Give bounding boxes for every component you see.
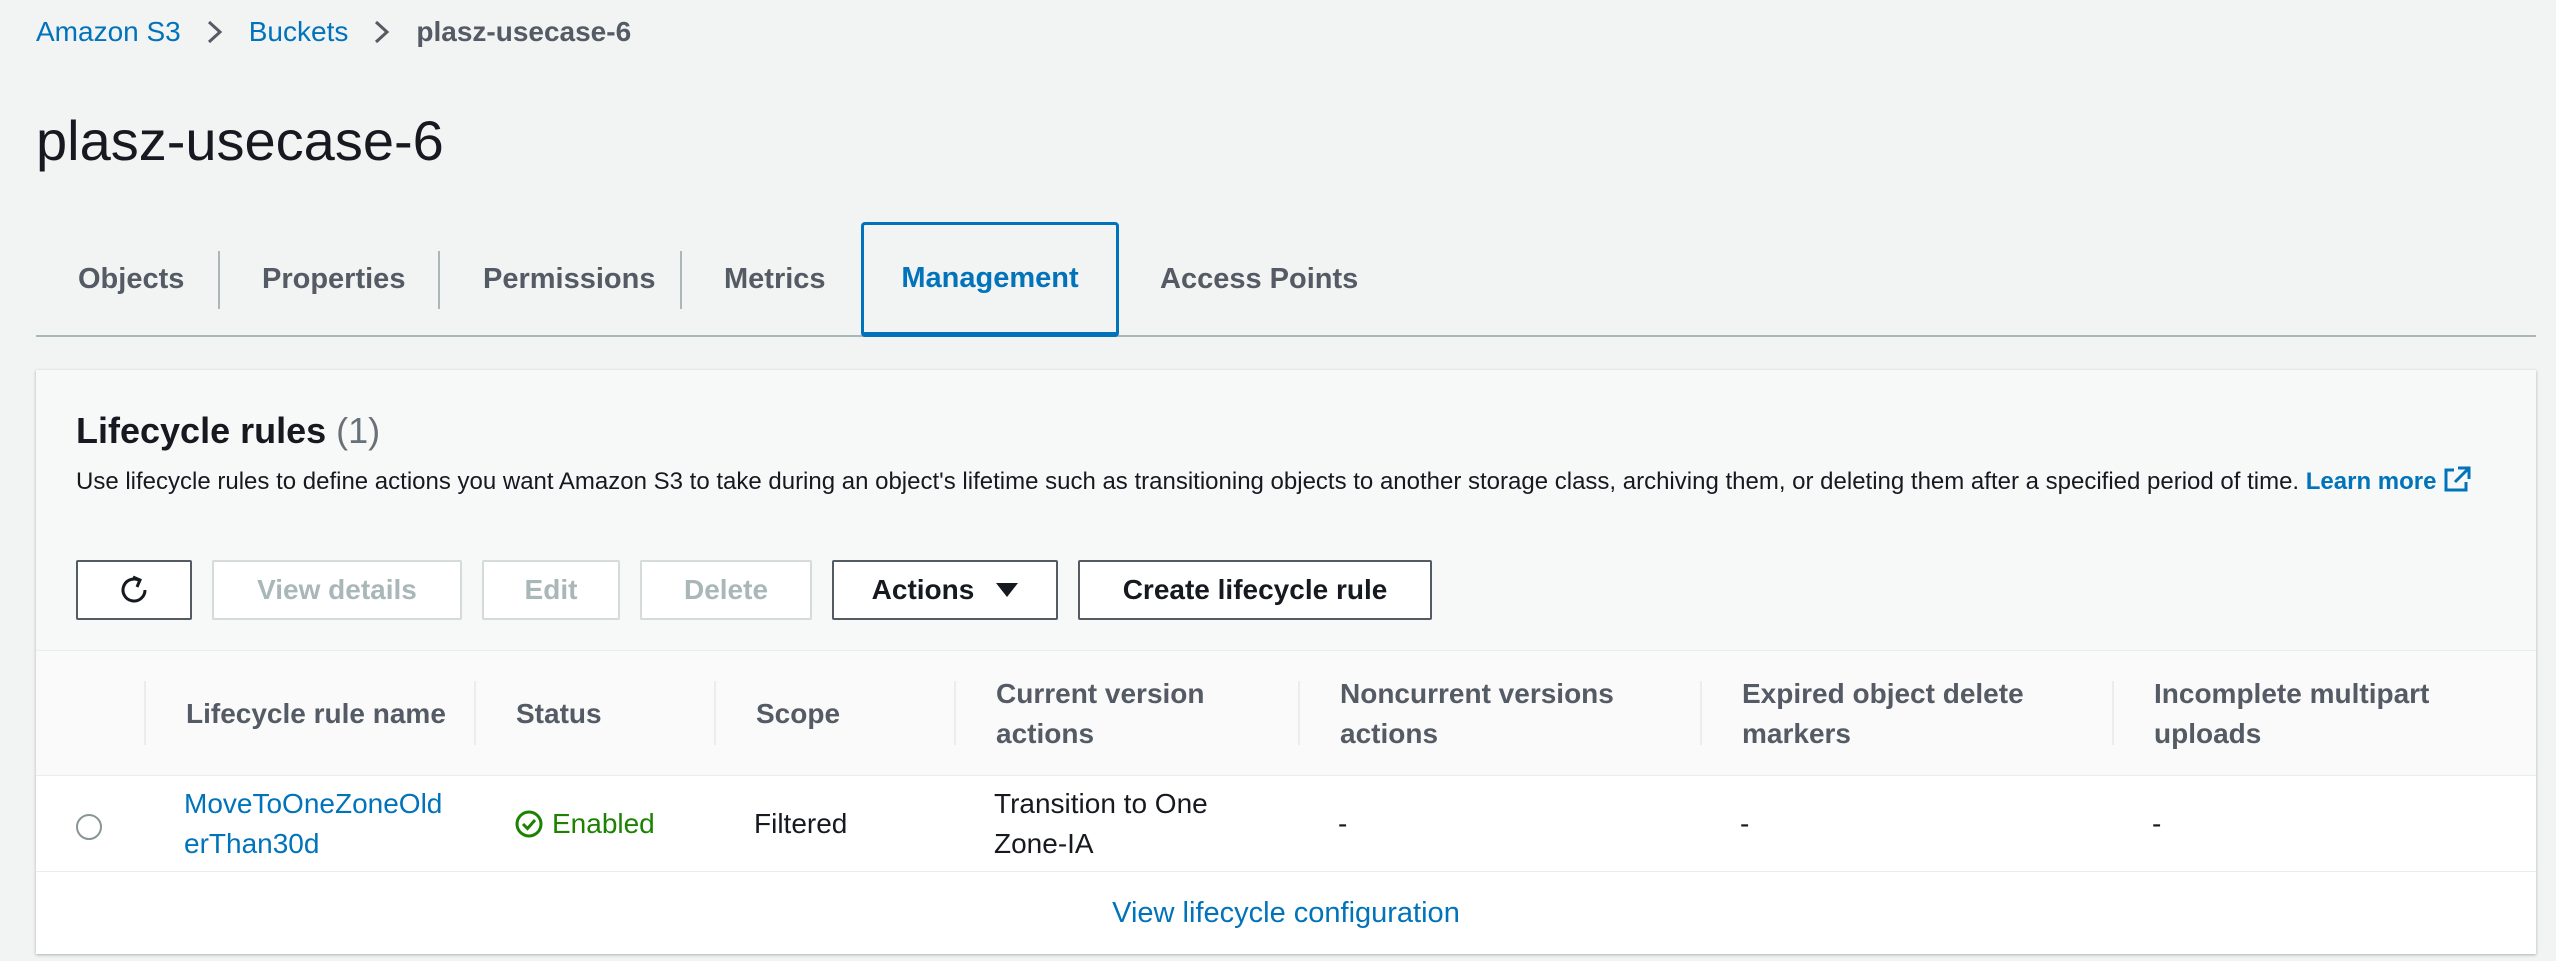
column-status[interactable]: Status [516,651,696,777]
actions-dropdown-button[interactable]: Actions [832,560,1058,620]
breadcrumb-buckets[interactable]: Buckets [249,16,349,48]
edit-button[interactable]: Edit [482,560,620,620]
column-expired-object-delete-markers[interactable]: Expired object delete markers [1742,651,2072,777]
page-title: plasz-usecase-6 [36,109,444,172]
tab-objects[interactable]: Objects [78,222,184,337]
panel-header: Lifecycle rules (1) Use lifecycle rules … [36,370,2536,650]
tab-divider [438,251,440,309]
tab-properties[interactable]: Properties [262,222,405,337]
column-scope[interactable]: Scope [756,651,936,777]
panel-description: Use lifecycle rules to define actions yo… [76,462,2496,501]
tab-divider [680,251,682,309]
tab-divider [218,251,220,309]
refresh-icon [121,575,147,603]
scope-cell: Filtered [754,808,848,839]
panel-title-text: Lifecycle rules [76,410,327,451]
view-lifecycle-configuration-link[interactable]: View lifecycle configuration [1112,897,1460,930]
breadcrumb: Amazon S3 Buckets plasz-usecase-6 [36,16,631,48]
check-circle-icon [515,810,543,838]
external-link-icon [2444,466,2471,492]
learn-more-link[interactable]: Learn more [2305,466,2473,495]
s3-bucket-page: Amazon S3 Buckets plasz-usecase-6 plasz-… [0,0,2556,961]
column-divider [144,681,146,745]
rule-name-cell: MoveToOneZoneOlderThan30d [184,776,454,872]
column-divider [1700,681,1702,745]
tab-permissions[interactable]: Permissions [483,222,655,337]
column-rule-name[interactable]: Lifecycle rule name [186,651,456,777]
view-details-button[interactable]: View details [212,560,462,620]
rule-count: (1) [336,410,381,451]
caret-down-icon [996,583,1019,597]
column-divider [714,681,716,745]
refresh-button[interactable] [76,560,192,620]
table-row: MoveToOneZoneOlderThan30d Enabled Filter… [36,776,2536,872]
status-badge: Enabled [514,804,655,844]
tab-metrics[interactable]: Metrics [724,222,826,337]
incomplete-uploads-cell: - [2152,808,2162,839]
column-divider [474,681,476,745]
tab-access-points[interactable]: Access Points [1160,222,1358,337]
current-actions-cell: Transition to One Zone-IA [994,788,1208,859]
status-cell: Enabled [514,776,704,872]
breadcrumb-current: plasz-usecase-6 [416,16,632,47]
learn-more-label: Learn more [2305,468,2437,495]
tab-bar: Objects Properties Permissions Metrics M… [36,222,2536,337]
noncurrent-actions-cell: - [1338,808,1348,839]
table-header: Lifecycle rule name Status Scope Current… [36,650,2536,776]
actions-label: Actions [871,574,975,605]
breadcrumb-amazon-s3[interactable]: Amazon S3 [36,16,181,48]
expired-markers-cell: - [1740,808,1750,839]
description-text: Use lifecycle rules to define actions yo… [76,468,2300,495]
panel-title: Lifecycle rules (1) [76,410,380,452]
row-select-radio[interactable] [76,814,102,840]
column-noncurrent-versions-actions[interactable]: Noncurrent versions actions [1340,651,1680,777]
column-divider [2112,681,2114,745]
tab-management[interactable]: Management [861,222,1119,337]
column-incomplete-multipart-uploads[interactable]: Incomplete multipart uploads [2154,651,2484,777]
chevron-right-icon [205,18,225,46]
create-lifecycle-rule-button[interactable]: Create lifecycle rule [1078,560,1432,620]
status-text: Enabled [552,808,655,839]
column-divider [1298,681,1300,745]
chevron-right-icon [372,18,392,46]
panel-footer: View lifecycle configuration [36,872,2536,954]
rule-name-link[interactable]: MoveToOneZoneOlderThan30d [184,784,454,864]
lifecycle-rules-panel: Lifecycle rules (1) Use lifecycle rules … [36,370,2536,954]
delete-button[interactable]: Delete [640,560,812,620]
column-current-version-actions[interactable]: Current version actions [996,651,1256,777]
column-divider [954,681,956,745]
